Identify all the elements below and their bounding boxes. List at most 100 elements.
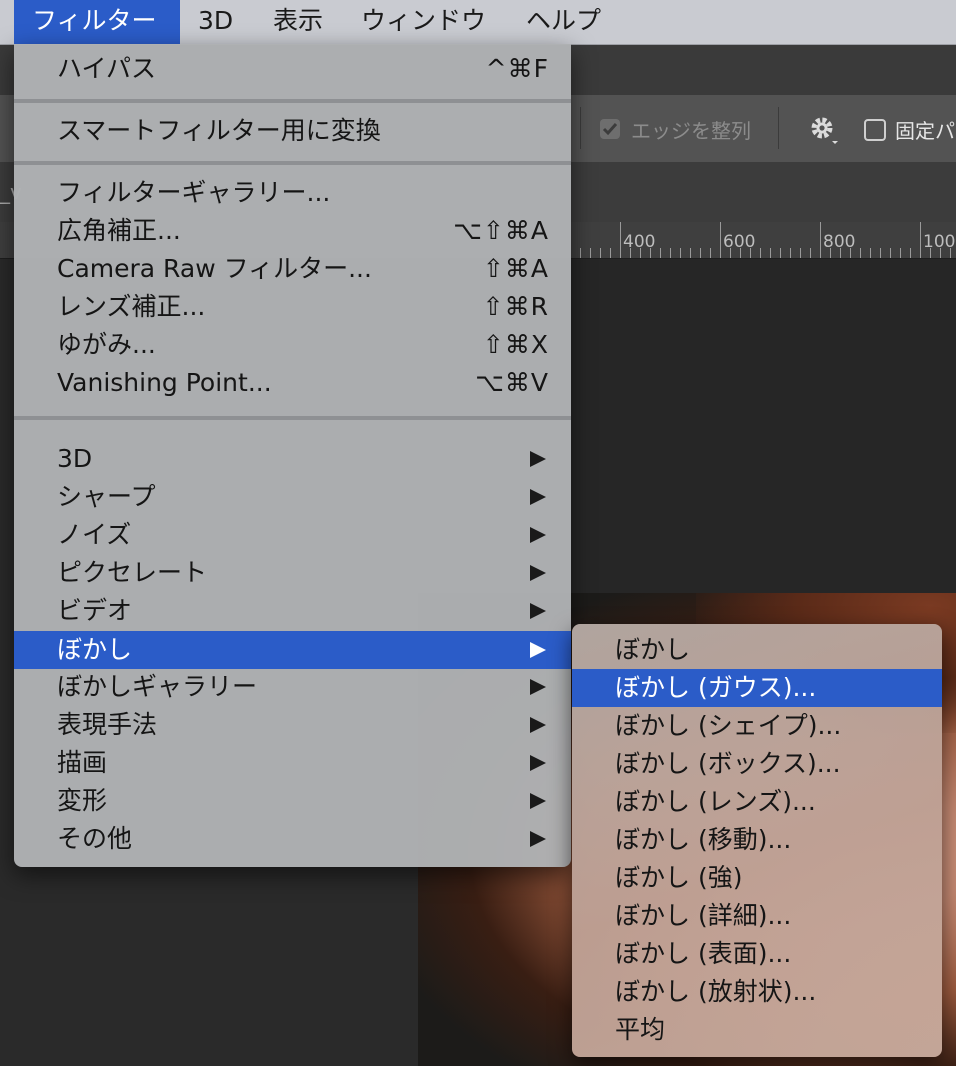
menu-item-label: フィルターギャラリー... (57, 178, 331, 207)
menu-item-stylize[interactable]: 表現手法 (14, 706, 571, 744)
submenu-item-blur[interactable]: ぼかし (572, 631, 942, 669)
menu-item-liquify[interactable]: ゆがみ... ⇧⌘X (14, 326, 571, 364)
submenu-item-label: ぼかし (ボックス)... (615, 749, 841, 778)
submenu-item-lens-blur[interactable]: ぼかし (レンズ)... (572, 783, 942, 821)
menu-item-label: その他 (57, 824, 133, 853)
menu-item-distort[interactable]: 変形 (14, 782, 571, 820)
options-separator (778, 107, 779, 149)
menu-item-lens-correction[interactable]: レンズ補正... ⇧⌘R (14, 288, 571, 326)
menu-item-blur[interactable]: ぼかし (14, 631, 571, 669)
menu-item-render[interactable]: 描画 (14, 744, 571, 782)
menu-item-label: ピクセレート (57, 558, 208, 587)
menu-item-camera-raw[interactable]: Camera Raw フィルター... ⇧⌘A (14, 250, 571, 288)
menu-item-label: ぼかしギャラリー (57, 672, 258, 701)
submenu-item-radial-blur[interactable]: ぼかし (放射状)... (572, 973, 942, 1011)
submenu-arrow-icon (530, 679, 546, 695)
submenu-arrow-icon (530, 755, 546, 771)
menu-item-label: 3D (57, 444, 93, 473)
submenu-item-label: 平均 (615, 1015, 666, 1044)
gear-icon[interactable] (808, 115, 838, 145)
menu-item-label: 広角補正... (57, 216, 181, 245)
menu-item-label: 表現手法 (57, 710, 158, 739)
fixed-checkbox[interactable] (864, 119, 886, 141)
menu-item-label: Vanishing Point... (57, 368, 272, 397)
fixed-label: 固定パ (895, 119, 955, 143)
menu-item-shortcut: ⌥⌘V (475, 368, 549, 397)
submenu-item-label: ぼかし (詳細)... (615, 901, 792, 930)
submenu-item-label: ぼかし (強) (615, 863, 743, 892)
submenu-item-label: ぼかし (移動)... (615, 825, 792, 854)
submenu-arrow-icon (530, 451, 546, 467)
menu-item-shortcut: ⇧⌘X (482, 330, 549, 359)
menu-item-label: シャープ (57, 482, 156, 511)
menu-item-label: 変形 (57, 786, 108, 815)
menu-item-label: Camera Raw フィルター... (57, 254, 372, 283)
menu-item-blur-gallery[interactable]: ぼかしギャラリー (14, 668, 571, 706)
menu-item-shortcut: ⇧⌘A (482, 254, 549, 283)
submenu-arrow-icon (530, 603, 546, 619)
menu-item-label: ノイズ (57, 520, 132, 549)
menu-item-noise[interactable]: ノイズ (14, 516, 571, 554)
menu-item-video[interactable]: ビデオ (14, 592, 571, 630)
menu-item-label: ビデオ (57, 596, 133, 625)
submenu-item-label: ぼかし (615, 635, 691, 664)
menu-item-label: 描画 (57, 748, 108, 777)
menu-item-3d[interactable]: 3D (14, 440, 571, 478)
options-separator (580, 107, 581, 149)
submenu-item-label: ぼかし (シェイプ)... (615, 711, 842, 740)
align-edge-label: エッジを整列 (631, 119, 751, 143)
menu-divider (14, 416, 571, 420)
checkmark-icon (602, 123, 618, 136)
menu-item-sharpen[interactable]: シャープ (14, 478, 571, 516)
menu-item-shortcut: ^⌘F (485, 54, 549, 83)
menu-item-vanishing-point[interactable]: Vanishing Point... ⌥⌘V (14, 364, 571, 402)
submenu-item-smart-blur[interactable]: ぼかし (詳細)... (572, 897, 942, 935)
menu-item-label: ハイパス (57, 54, 157, 83)
menu-3d[interactable]: 3D (180, 0, 251, 44)
menu-divider (14, 161, 571, 165)
submenu-arrow-icon (530, 717, 546, 733)
menu-item-label: ぼかし (57, 635, 133, 664)
blur-submenu: ぼかし ぼかし (ガウス)... ぼかし (シェイプ)... ぼかし (ボックス… (572, 624, 942, 1057)
filter-menu: ハイパス ^⌘F スマートフィルター用に変換 フィルターギャラリー... 広角補… (14, 44, 571, 867)
menu-item-shortcut: ⇧⌘R (482, 292, 549, 321)
submenu-arrow-icon (530, 489, 546, 505)
menu-item-pixelate[interactable]: ピクセレート (14, 554, 571, 592)
submenu-item-surface-blur[interactable]: ぼかし (表面)... (572, 935, 942, 973)
menu-item-adaptive-wide-angle[interactable]: 広角補正... ⌥⇧⌘A (14, 212, 571, 250)
submenu-item-label: ぼかし (表面)... (615, 939, 792, 968)
ruler-label: 800 (823, 232, 856, 252)
menu-item-label: ゆがみ... (57, 330, 156, 359)
menubar: フィルター 3D 表示 ウィンドウ ヘルプ (0, 0, 956, 45)
submenu-arrow-icon (530, 793, 546, 809)
submenu-item-gaussian-blur[interactable]: ぼかし (ガウス)... (572, 669, 942, 707)
menu-item-label: スマートフィルター用に変換 (57, 116, 381, 145)
menu-item-label: レンズ補正... (57, 292, 206, 321)
ruler-label: 600 (723, 232, 756, 252)
menu-divider (14, 99, 571, 103)
submenu-item-label: ぼかし (レンズ)... (615, 787, 816, 816)
submenu-item-average[interactable]: 平均 (572, 1011, 942, 1049)
submenu-item-shape-blur[interactable]: ぼかし (シェイプ)... (572, 707, 942, 745)
menu-view[interactable]: 表示 (255, 0, 341, 44)
menu-item-convert-smart-filter[interactable]: スマートフィルター用に変換 (14, 112, 571, 150)
submenu-arrow-icon (530, 642, 546, 658)
submenu-item-motion-blur[interactable]: ぼかし (移動)... (572, 821, 942, 859)
menu-window[interactable]: ウィンドウ (343, 0, 504, 44)
submenu-item-blur-more[interactable]: ぼかし (強) (572, 859, 942, 897)
menu-item-other[interactable]: その他 (14, 820, 571, 858)
submenu-arrow-icon (530, 565, 546, 581)
menu-item-last-filter[interactable]: ハイパス ^⌘F (14, 50, 571, 88)
ruler-label: 100 (923, 232, 956, 252)
menu-item-shortcut: ⌥⇧⌘A (453, 216, 549, 245)
submenu-item-label: ぼかし (ガウス)... (615, 673, 817, 702)
menu-help[interactable]: ヘルプ (508, 0, 619, 44)
submenu-item-label: ぼかし (放射状)... (615, 977, 817, 1006)
submenu-arrow-icon (530, 527, 546, 543)
menu-filter[interactable]: フィルター (14, 0, 180, 44)
align-edge-checkbox[interactable] (600, 119, 620, 139)
submenu-arrow-icon (530, 831, 546, 847)
submenu-item-box-blur[interactable]: ぼかし (ボックス)... (572, 745, 942, 783)
menu-item-filter-gallery[interactable]: フィルターギャラリー... (14, 174, 571, 212)
ruler-label: 400 (623, 232, 656, 252)
